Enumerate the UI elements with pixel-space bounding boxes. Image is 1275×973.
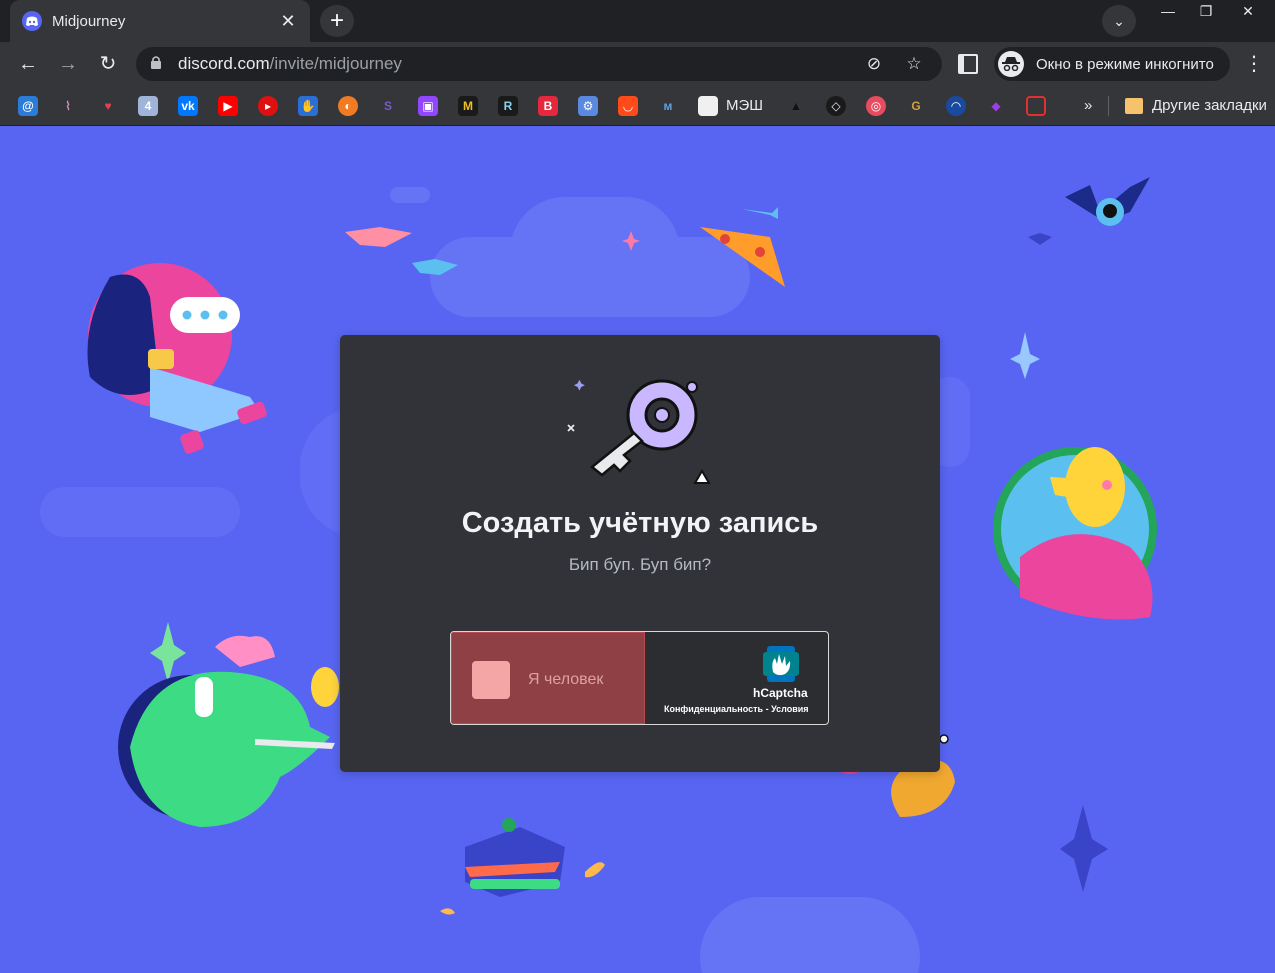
url-text[interactable]: discord.com/invite/midjourney <box>178 54 848 74</box>
minimize-button[interactable]: — <box>1148 0 1188 22</box>
close-window-button[interactable]: ✕ <box>1224 0 1272 22</box>
back-button[interactable]: ← <box>14 50 42 78</box>
gear-bookmark-icon[interactable]: ⚙ <box>578 96 598 116</box>
address-bar[interactable]: discord.com/invite/midjourney ⊘ ☆ <box>136 47 942 81</box>
browser-menu-icon[interactable]: ⋮ <box>1244 50 1264 78</box>
lock-icon[interactable] <box>150 55 170 73</box>
maximize-button[interactable]: ❐ <box>1186 0 1226 22</box>
target-bookmark-icon[interactable]: ◎ <box>866 96 886 116</box>
youtube-music-bookmark-icon[interactable]: ▸ <box>258 96 278 116</box>
youtube-bookmark-icon[interactable]: ▶ <box>218 96 238 116</box>
r-bookmark-icon[interactable]: R <box>498 96 518 116</box>
hcaptcha-widget: Я человек hCaptcha Конфиденциальность - … <box>450 631 829 725</box>
tab-close-icon[interactable]: ✕ <box>278 11 298 32</box>
page-subtitle: Бип буп. Буп бип? <box>568 555 712 574</box>
more-bookmarks-button[interactable]: » <box>1084 96 1092 116</box>
mesh-bookmark-label[interactable]: МЭШ <box>726 96 763 116</box>
b-bookmark-icon[interactable]: B <box>538 96 558 116</box>
m-blue-bookmark-icon[interactable]: м <box>658 96 678 116</box>
paperclip-bookmark-icon[interactable]: ⌇ <box>58 96 78 116</box>
incognito-icon <box>998 51 1024 77</box>
new-tab-button[interactable]: + <box>320 5 354 37</box>
bookmarks-separator <box>1108 96 1109 116</box>
eye-off-icon[interactable]: ⊘ <box>860 54 888 74</box>
forward-button[interactable]: → <box>54 50 82 78</box>
incognito-label: Окно в режиме инкогнито <box>1036 55 1214 73</box>
url-path: /invite/midjourney <box>269 54 402 73</box>
orange-bookmark-icon[interactable]: ◐ <box>338 96 358 116</box>
heart-bookmark-icon[interactable]: ♥ <box>98 96 118 116</box>
captcha-label: Я человек <box>528 671 604 688</box>
mail-bookmark-icon[interactable]: @ <box>18 96 38 116</box>
discord-favicon-icon <box>22 11 42 31</box>
vk-bookmark-icon[interactable]: vk <box>178 96 198 116</box>
bookmark-star-icon[interactable]: ☆ <box>900 54 928 74</box>
four-bookmark-icon[interactable]: 4 <box>138 96 158 116</box>
twitch-bookmark-icon[interactable]: ▣ <box>418 96 438 116</box>
hand-bookmark-icon[interactable]: ✋ <box>298 96 318 116</box>
side-panel-icon[interactable] <box>958 54 978 74</box>
hat-bookmark-icon[interactable]: ▲ <box>786 96 806 116</box>
tab-midjourney[interactable]: Midjourney ✕ <box>10 0 310 42</box>
swoosh-bookmark-icon[interactable]: ◠ <box>946 96 966 116</box>
folder-icon[interactable] <box>1125 98 1143 114</box>
hcaptcha-brand: hCaptcha <box>753 686 808 700</box>
captcha-checkbox[interactable] <box>472 661 510 699</box>
url-host: discord.com <box>178 54 270 73</box>
purple-bookmark-icon[interactable]: ◆ <box>986 96 1006 116</box>
browser-toolbar: ← → ↻ discord.com/invite/midjourney ⊘ ☆ … <box>0 42 1275 86</box>
mesh-bookmark-icon[interactable] <box>698 96 718 116</box>
hcaptcha-logo-icon <box>763 646 799 682</box>
create-account-card: Создать учётную запись Бип буп. Буп бип?… <box>340 335 940 772</box>
other-bookmarks-label[interactable]: Другие закладки <box>1152 96 1267 116</box>
key-icon <box>567 379 711 484</box>
incognito-indicator[interactable]: Окно в режиме инкогнито <box>994 47 1230 81</box>
tab-strip: Midjourney ✕ + ⌄ — ❐ ✕ <box>0 0 1275 42</box>
reload-button[interactable]: ↻ <box>94 50 122 78</box>
bookmarks-bar: @ ⌇ ♥ 4 vk ▶ ▸ ✋ ◐ S ▣ M R B ⚙ ◡ м МЭШ ▲… <box>0 86 1275 126</box>
tab-search-icon[interactable]: ⌄ <box>1102 5 1136 37</box>
m-bookmark-icon[interactable]: M <box>458 96 478 116</box>
discord-invite-page: Создать учётную запись Бип буп. Буп бип?… <box>0 127 1275 973</box>
tab-title: Midjourney <box>52 12 126 30</box>
page-title: Создать учётную запись <box>461 507 819 539</box>
s-bookmark-icon[interactable]: S <box>378 96 398 116</box>
captcha-checkbox-area[interactable]: Я человек <box>451 632 645 724</box>
g-bookmark-icon[interactable]: G <box>906 96 926 116</box>
aliexpress-bookmark-icon[interactable]: ◡ <box>618 96 638 116</box>
hcaptcha-links[interactable]: Конфиденциальность - Условия <box>664 704 809 714</box>
diamond-bookmark-icon[interactable]: ◇ <box>826 96 846 116</box>
red-square-bookmark-icon[interactable] <box>1026 96 1046 116</box>
